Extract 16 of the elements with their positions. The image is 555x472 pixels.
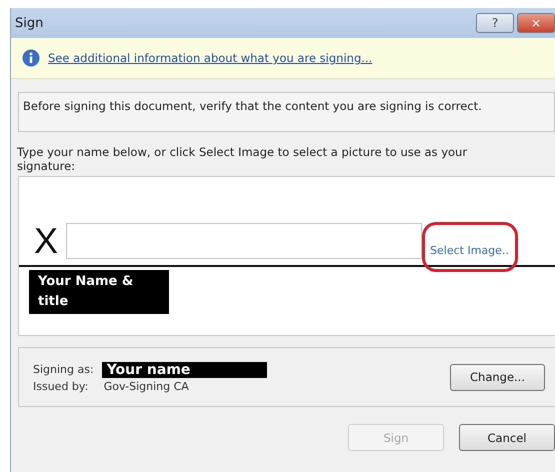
cancel-button[interactable]: Cancel [459, 424, 555, 451]
signer-label: Issued by: [33, 380, 90, 392]
select-image-link[interactable]: Select Image.. [430, 244, 509, 257]
change-button[interactable]: Change... [450, 364, 545, 390]
window-title: Sign [15, 16, 44, 30]
instruction-text: Type your name below, or click Select Image to select a picture to use as your signature: [17, 145, 468, 173]
help-button[interactable]: ? [476, 13, 514, 33]
redacted-name: Your name [102, 362, 267, 378]
notice-text: Before signing this document, verify that the content you are signing is correct. [18, 92, 555, 132]
signer-value: Gov-Signing CA [102, 380, 190, 392]
info-icon [22, 49, 40, 67]
signature-mark: X [34, 223, 58, 259]
name-input[interactable] [66, 223, 422, 259]
signer-caption: Your Name & title [29, 270, 169, 314]
info-link[interactable]: See additional information about what you are signing... [48, 51, 372, 65]
signer-label: Signing as: [33, 363, 94, 376]
